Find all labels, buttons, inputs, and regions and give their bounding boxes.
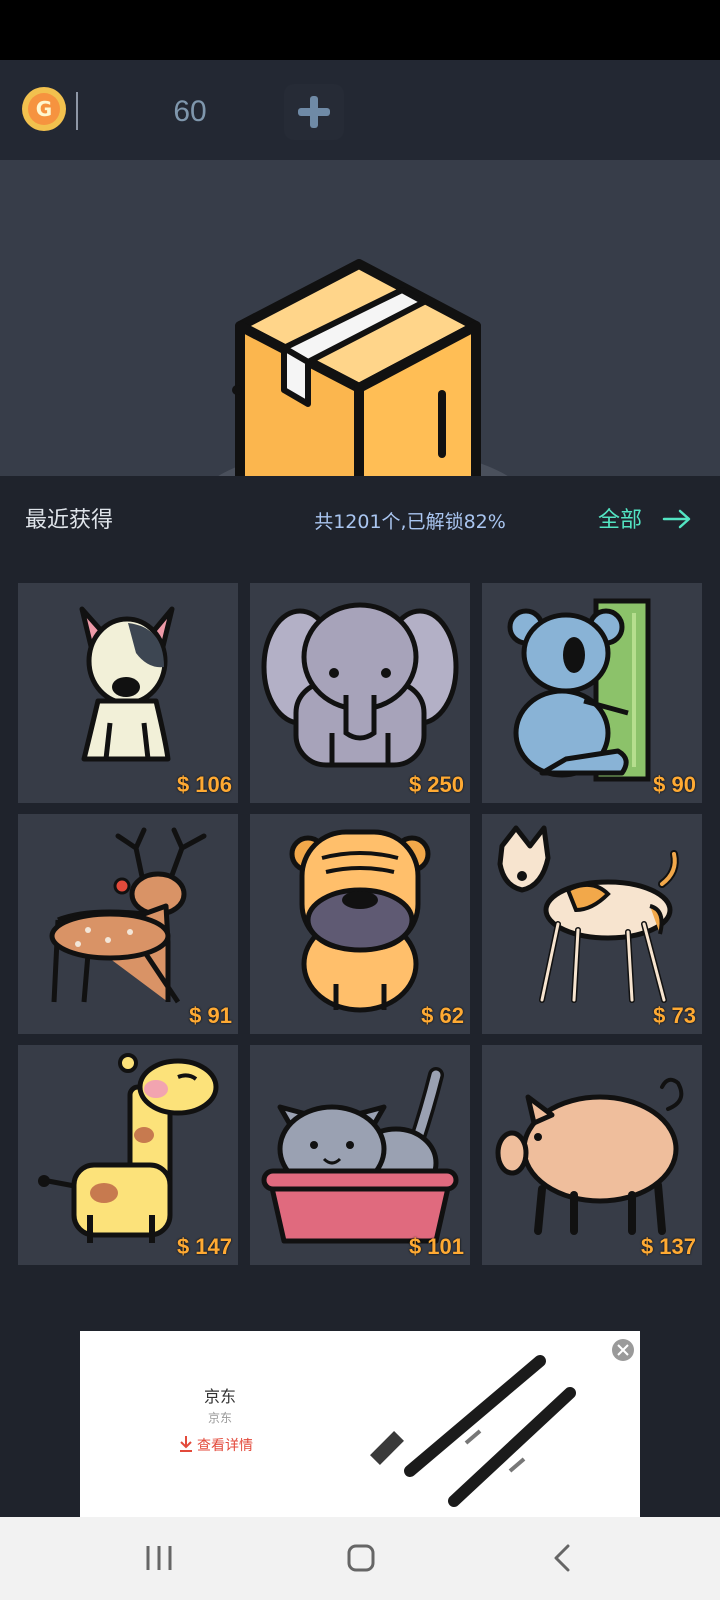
top-bar [0,60,720,160]
animal-card-shar-pei[interactable]: $ 62 [250,814,470,1034]
close-icon [617,1344,629,1356]
hound-icon [497,825,679,1003]
price-tag: $ 73 [653,1003,696,1028]
gold-coin-icon: G [22,87,66,131]
status-bar [0,0,720,60]
price-tag: $ 91 [189,1003,232,1028]
price-tag: $ 90 [653,772,696,797]
plus-icon [298,96,330,128]
price-tag: $ 101 [408,1234,464,1259]
giraffe-icon [38,1053,219,1243]
animal-card-pig[interactable]: $ 137 [482,1045,702,1265]
coin-letter: G [28,93,60,125]
mystery-box-banner[interactable] [0,160,720,476]
shar-pei-icon [289,829,431,1013]
view-all-link[interactable]: 全部 [598,505,642,537]
add-coins-button[interactable] [284,84,344,140]
coin-balance: 60 [173,95,207,128]
ad-product-image [370,1355,576,1507]
home-icon[interactable] [346,1543,376,1573]
price-tag: $ 106 [176,772,232,797]
price-tag: $ 147 [176,1234,232,1259]
animal-card-deer[interactable]: $ 91 [18,814,238,1034]
dog-icon [79,606,175,762]
unlock-summary: 共1201个,已解锁82% [314,511,506,533]
koala-icon [507,598,651,782]
animal-card-giraffe[interactable]: $ 147 [18,1045,238,1265]
animal-card-dog[interactable]: $ 106 [18,583,238,803]
cat-icon [261,1067,459,1244]
back-icon[interactable] [552,1544,572,1572]
recent-apps-icon[interactable] [144,1544,174,1572]
animal-card-koala[interactable]: $ 90 [482,583,702,803]
animal-card-hound[interactable]: $ 73 [482,814,702,1034]
divider [76,92,78,130]
price-tag: $ 137 [640,1234,696,1259]
ad-detail-link[interactable]: 查看详情 [197,1435,253,1455]
animal-card-cat[interactable]: $ 101 [250,1045,470,1265]
pig-icon [495,1077,684,1235]
recent-label: 最近获得 [25,508,114,533]
deer-icon [49,827,207,1004]
animal-card-elephant[interactable]: $ 250 [250,583,470,803]
elephant-icon [261,602,459,768]
package-box-icon [232,259,481,476]
ad-subtitle: 京东 [207,1411,232,1425]
ad-close-button[interactable] [612,1339,634,1361]
arrow-right-icon[interactable] [662,508,692,530]
ad-brand: 京东 [203,1387,236,1406]
download-icon [180,1436,192,1452]
price-tag: $ 62 [421,1003,464,1028]
ad-banner[interactable]: 京东 京东 查看详情 [80,1331,640,1517]
price-tag: $ 250 [408,772,464,797]
